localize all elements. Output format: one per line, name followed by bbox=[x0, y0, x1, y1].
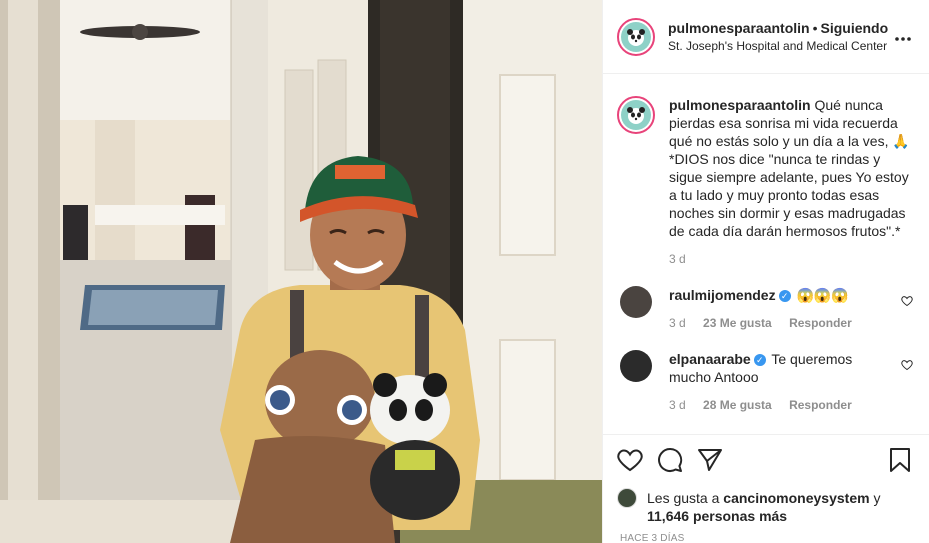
caption-text: Qué nunca pierdas esa sonrisa mi vida re… bbox=[669, 97, 910, 239]
post-sidebar: pulmonesparaantolin • Siguiendo St. Joseph… bbox=[602, 0, 929, 543]
author-username[interactable]: pulmonesparaantolin bbox=[668, 20, 810, 36]
caption-avatar[interactable] bbox=[617, 96, 655, 134]
comment-meta: 3 d 23 Me gusta Responder bbox=[669, 314, 891, 332]
verified-badge-icon: ✓ bbox=[753, 354, 766, 367]
bookmark-icon[interactable] bbox=[889, 447, 911, 473]
liker-avatar[interactable] bbox=[617, 488, 637, 508]
action-icons bbox=[617, 447, 915, 473]
author-avatar[interactable] bbox=[617, 17, 655, 56]
post-caption: pulmonesparaantolin Qué nunca pierdas es… bbox=[617, 96, 913, 268]
comment-item: elpanaarabe ✓ Te queremos mucho Antooo 3 … bbox=[617, 350, 913, 414]
comment-item: raulmijomendez ✓ 😱😱😱 3 d 23 Me gusta Resp… bbox=[617, 286, 913, 332]
caption-body: pulmonesparaantolin Qué nunca pierdas es… bbox=[669, 96, 913, 268]
likes-conjunction: y bbox=[873, 490, 881, 506]
panda-avatar-icon bbox=[621, 21, 651, 52]
panda-avatar-icon bbox=[621, 100, 651, 130]
like-comment-heart-icon[interactable] bbox=[901, 294, 913, 310]
like-comment-heart-icon[interactable] bbox=[901, 358, 913, 374]
author-line: pulmonesparaantolin • Siguiendo bbox=[668, 20, 891, 36]
comment-body: elpanaarabe ✓ Te queremos mucho Antooo 3 … bbox=[669, 350, 913, 414]
comment-username[interactable]: raulmijomendez bbox=[669, 287, 776, 303]
caption-meta: 3 d bbox=[669, 250, 913, 268]
instagram-post: pulmonesparaantolin • Siguiendo St. Joseph… bbox=[0, 0, 929, 543]
comment-likes[interactable]: 23 Me gusta bbox=[703, 316, 772, 330]
header-text: pulmonesparaantolin • Siguiendo St. Joseph… bbox=[668, 20, 891, 53]
verified-badge-icon: ✓ bbox=[778, 290, 791, 303]
heart-icon[interactable] bbox=[617, 448, 643, 472]
comment-icon[interactable] bbox=[657, 447, 683, 473]
likes-prefix: Les gusta a bbox=[647, 490, 720, 506]
post-actions: Les gusta a cancinomoneysystem y 11,646 … bbox=[603, 434, 929, 543]
following-button[interactable]: Siguiendo bbox=[820, 20, 888, 36]
caption-username[interactable]: pulmonesparaantolin bbox=[669, 97, 811, 113]
liker-username[interactable]: cancinomoneysystem bbox=[723, 490, 869, 506]
likes-text: Les gusta a cancinomoneysystem y 11,646 … bbox=[647, 489, 880, 525]
comment-time[interactable]: 3 d bbox=[669, 316, 686, 330]
separator-dot: • bbox=[812, 20, 818, 36]
reply-button[interactable]: Responder bbox=[789, 398, 852, 412]
location-link[interactable]: St. Joseph's Hospital and Medical Center bbox=[668, 39, 891, 53]
comment-meta: 3 d 28 Me gusta Responder bbox=[669, 396, 891, 414]
comment-text: 😱😱😱 bbox=[796, 287, 849, 303]
likes-count-link[interactable]: 11,646 personas más bbox=[647, 508, 787, 524]
comment-username[interactable]: elpanaarabe bbox=[669, 351, 751, 367]
commenter-avatar[interactable] bbox=[620, 350, 652, 382]
commenter-avatar[interactable] bbox=[620, 286, 652, 318]
comment-time[interactable]: 3 d bbox=[669, 398, 686, 412]
photo-illustration bbox=[0, 0, 602, 543]
comments-section[interactable]: pulmonesparaantolin Qué nunca pierdas es… bbox=[603, 74, 929, 434]
likes-summary: Les gusta a cancinomoneysystem y 11,646 … bbox=[617, 488, 915, 525]
post-timestamp[interactable]: HACE 3 DÍAS bbox=[620, 533, 915, 543]
more-horizontal-icon[interactable] bbox=[891, 26, 915, 47]
reply-button[interactable]: Responder bbox=[789, 316, 852, 330]
caption-time[interactable]: 3 d bbox=[669, 252, 686, 266]
comment-likes[interactable]: 28 Me gusta bbox=[703, 398, 772, 412]
post-photo[interactable] bbox=[0, 0, 602, 543]
post-header: pulmonesparaantolin • Siguiendo St. Joseph… bbox=[603, 0, 929, 74]
paper-plane-icon[interactable] bbox=[697, 448, 723, 472]
comment-body: raulmijomendez ✓ 😱😱😱 3 d 23 Me gusta Resp… bbox=[669, 286, 913, 332]
